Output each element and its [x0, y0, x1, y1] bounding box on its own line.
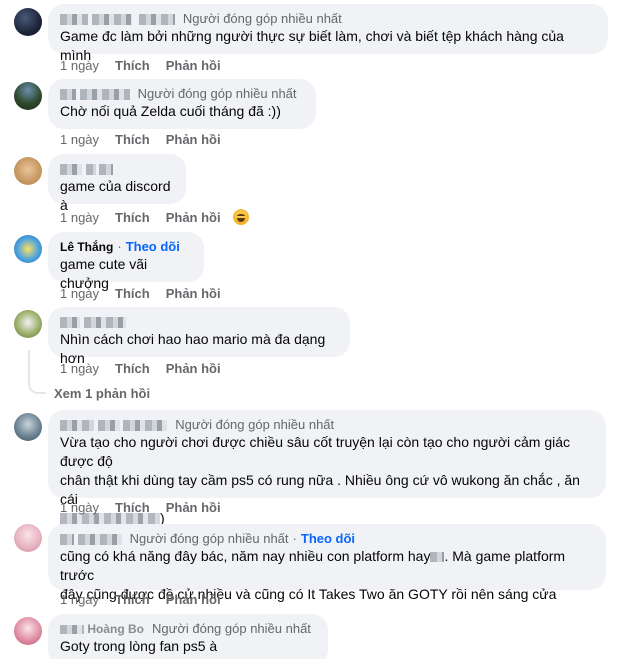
comment-time[interactable]: 1 ngày: [60, 286, 99, 301]
comment-text-line-1: cũng có khá năng đây bác, năm nay nhiều …: [60, 547, 594, 585]
top-contributor-badge: Người đóng góp nhiều nhất: [175, 416, 335, 432]
reply-button[interactable]: Phản hồi: [166, 132, 221, 147]
top-contributor-badge: Người đóng góp nhiều nhất: [137, 85, 297, 101]
commenter-name[interactable]: [60, 161, 114, 177]
like-button[interactable]: Thích: [115, 286, 150, 301]
comment-header: [60, 313, 338, 330]
top-contributor-badge: Người đóng góp nhiều nhất: [152, 620, 311, 636]
comment-bubble: game của discord à: [48, 154, 186, 213]
commenter-name[interactable]: [60, 11, 175, 27]
avatar[interactable]: [14, 157, 42, 185]
commenter-name[interactable]: [60, 531, 122, 547]
commenter-name[interactable]: [60, 417, 168, 433]
like-button[interactable]: Thích: [115, 58, 150, 73]
separator-dot: ·: [292, 530, 297, 546]
comment-header: Hoàng Bo Người đóng góp nhiều nhất: [60, 620, 316, 637]
commenter-name[interactable]: Hoàng Bo: [60, 621, 144, 637]
comment-bubble: Người đóng góp nhiều nhất · Theo dõi cũn…: [48, 524, 606, 602]
reply-button[interactable]: Phản hồi: [166, 58, 221, 73]
avatar[interactable]: [14, 617, 42, 645]
comment-bubble: Người đóng góp nhiều nhất Vừa tạo cho ng…: [48, 410, 606, 526]
view-replies-link[interactable]: Xem 1 phản hồi: [54, 386, 150, 401]
like-button[interactable]: Thích: [115, 132, 150, 147]
comment-text: Goty trong lòng fan ps5 à: [60, 638, 218, 654]
follow-button[interactable]: Theo dõi: [126, 239, 180, 255]
comment-bubble: Người đóng góp nhiều nhất Game đc làm bở…: [48, 4, 608, 63]
comment-actions: 1 ngày Thích Phản hồi: [60, 286, 237, 301]
commenter-name[interactable]: [60, 86, 130, 102]
reply-button[interactable]: Phản hồi: [166, 500, 221, 515]
comment-header: Người đóng góp nhiều nhất · Theo dõi: [60, 530, 594, 547]
comment-bubble: Lê Thắng · Theo dõi game cute vãi chưởng: [48, 232, 204, 291]
comment-time[interactable]: 1 ngày: [60, 592, 99, 607]
comment-actions: 1 ngày Thích Phản hồi: [60, 58, 237, 73]
comment-header: Người đóng góp nhiều nhất: [60, 85, 304, 102]
avatar[interactable]: [14, 8, 42, 36]
comment-header: Người đóng góp nhiều nhất: [60, 416, 594, 433]
comment-header: Người đóng góp nhiều nhất: [60, 10, 596, 27]
reply-button[interactable]: Phản hồi: [166, 361, 221, 376]
comment-bubble: Hoàng Bo Người đóng góp nhiều nhất Goty …: [48, 614, 328, 659]
comment-text-start: cũng có khá năng đây bác, năm nay nhiều …: [60, 548, 431, 564]
laughing-emoji-icon[interactable]: [232, 209, 249, 225]
comment-actions: 1 ngày Thích Phản hồi: [60, 592, 237, 607]
comment-text-line-1: Vừa tạo cho người chơi được chiều sâu cố…: [60, 434, 571, 469]
comment-header: Lê Thắng · Theo dõi: [60, 238, 192, 255]
comment-bubble: Nhìn cách chơi hao hao mario mà đa dạng …: [48, 307, 350, 366]
comment-bubble: Người đóng góp nhiều nhất Chờ nối quả Ze…: [48, 79, 316, 129]
avatar[interactable]: [14, 82, 42, 110]
comment-actions: 1 ngày Thích Phản hồi: [60, 500, 237, 515]
commenter-name-visible: Hoàng Bo: [87, 621, 145, 636]
comment-time[interactable]: 1 ngày: [60, 132, 99, 147]
separator-dot: ·: [117, 238, 122, 254]
like-button[interactable]: Thích: [115, 361, 150, 376]
comment-text: Chờ nối quả Zelda cuối tháng đã :)): [60, 103, 281, 119]
comment-time[interactable]: 1 ngày: [60, 361, 99, 376]
reply-button[interactable]: Phản hồi: [166, 286, 221, 301]
top-contributor-badge: Người đóng góp nhiều nhất: [182, 10, 342, 26]
reply-button[interactable]: Phản hồi: [166, 592, 221, 607]
top-contributor-badge: Người đóng góp nhiều nhất: [129, 530, 289, 546]
comment-actions: 1 ngày Thích Phản hồi: [60, 209, 265, 225]
avatar[interactable]: [14, 235, 42, 263]
comment-actions: 1 ngày Thích Phản hồi: [60, 132, 237, 147]
comment-time[interactable]: 1 ngày: [60, 58, 99, 73]
comment-time[interactable]: 1 ngày: [60, 210, 99, 225]
reply-button[interactable]: Phản hồi: [166, 210, 221, 225]
like-button[interactable]: Thích: [115, 592, 150, 607]
like-button[interactable]: Thích: [115, 210, 150, 225]
avatar[interactable]: [14, 413, 42, 441]
avatar[interactable]: [14, 310, 42, 338]
like-button[interactable]: Thích: [115, 500, 150, 515]
reply-thread-line: [28, 350, 46, 394]
comment-actions: 1 ngày Thích Phản hồi: [60, 361, 237, 376]
avatar[interactable]: [14, 524, 42, 552]
commenter-name[interactable]: Lê Thắng: [60, 239, 113, 255]
comment-header: [60, 160, 174, 177]
follow-button[interactable]: Theo dõi: [301, 531, 355, 547]
commenter-name[interactable]: [60, 314, 126, 330]
comment-time[interactable]: 1 ngày: [60, 500, 99, 515]
